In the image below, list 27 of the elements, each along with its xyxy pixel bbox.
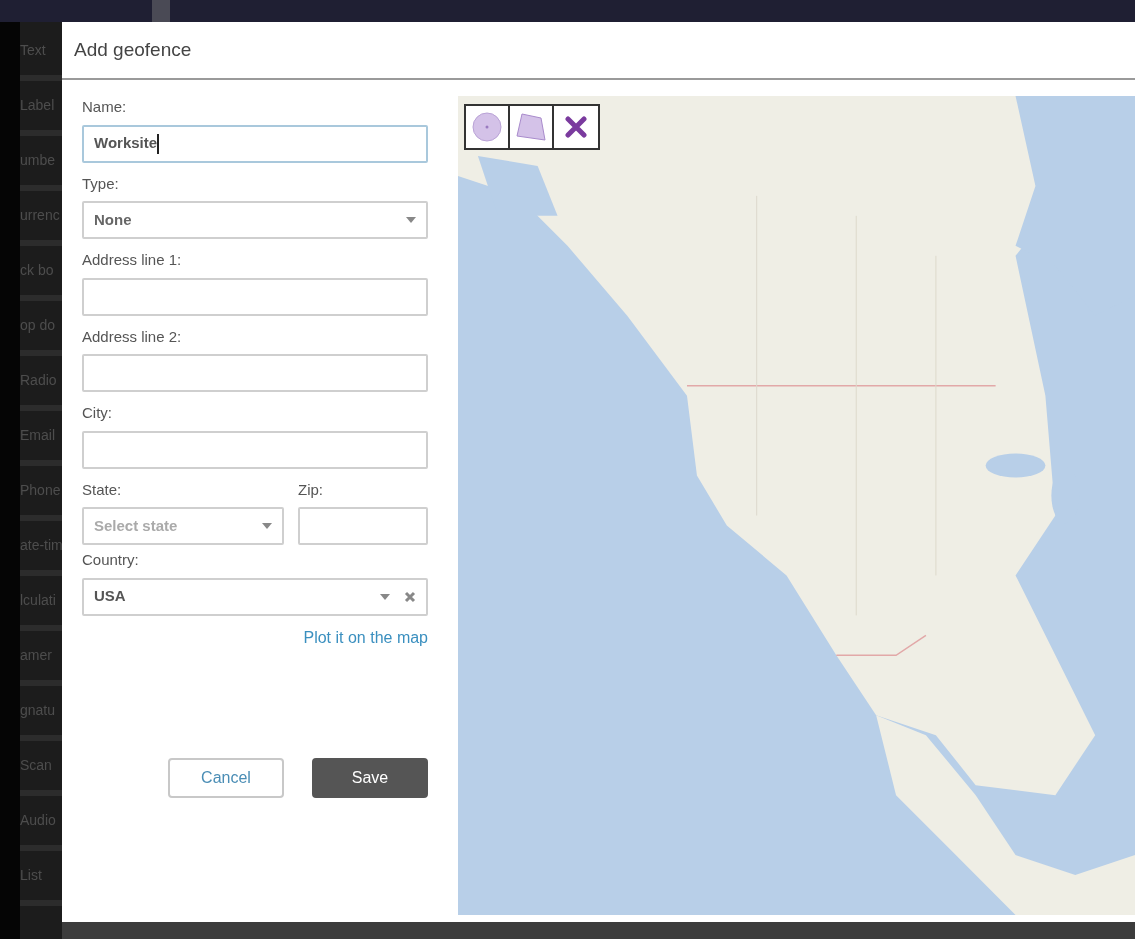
field-label: Name: — [82, 97, 128, 117]
type-dropdown[interactable]: None — [82, 201, 428, 239]
text-field[interactable] — [298, 507, 428, 545]
text-field[interactable] — [82, 354, 428, 392]
field-label: Country: — [82, 550, 140, 570]
save-button[interactable]: Save — [312, 757, 428, 798]
field-label: State: — [82, 479, 123, 500]
caret-icon — [406, 217, 416, 223]
field-label: City: — [82, 403, 113, 423]
circle-icon — [472, 112, 502, 142]
dialog-title: Add geofence — [74, 37, 192, 62]
field-label: Zip: — [298, 479, 324, 500]
cancel-button[interactable]: Cancel — [168, 757, 284, 798]
field-label: Address line 1: — [82, 250, 183, 270]
country-dropdown[interactable]: USA — [82, 577, 428, 616]
close-icon — [565, 116, 587, 138]
state-dropdown[interactable]: Select state — [82, 507, 284, 545]
plot-link[interactable]: Plot it on the map — [303, 625, 428, 650]
text-field[interactable] — [82, 277, 428, 316]
field-label: Address line 2: — [82, 326, 183, 347]
polygon-icon — [515, 112, 547, 142]
caret-icon — [380, 593, 390, 600]
caret-icon — [262, 523, 272, 529]
clear-icon[interactable] — [404, 590, 416, 603]
text-field[interactable] — [82, 430, 428, 469]
text-field[interactable]: Worksite — [82, 124, 428, 163]
field-label: Type: — [82, 173, 120, 194]
